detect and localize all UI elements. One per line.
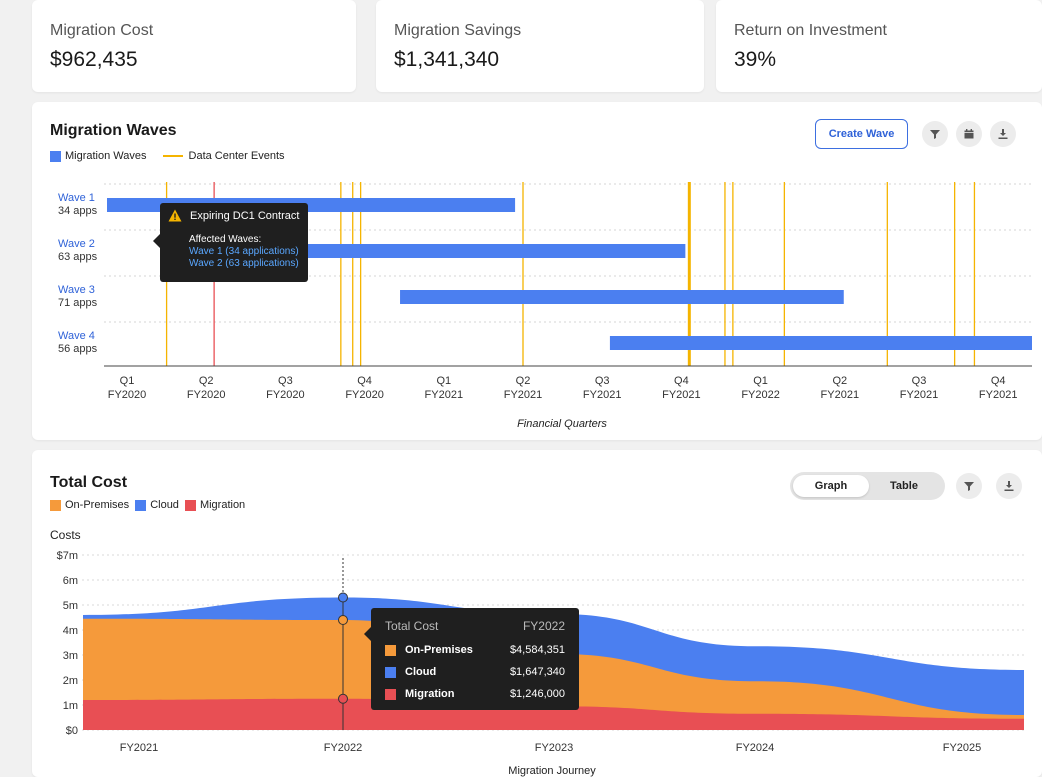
- tooltip-swatch: [385, 666, 396, 678]
- x-tick-year: FY2021: [900, 389, 939, 401]
- wave-bar[interactable]: [281, 244, 686, 258]
- tooltip-arrow: [153, 234, 160, 248]
- tooltip-link-wave-2[interactable]: Wave 2 (63 applications): [189, 258, 299, 270]
- x-tick-quarter: Q2: [516, 375, 531, 387]
- x-tick-quarter: Q3: [278, 375, 293, 387]
- migration-waves-panel: Migration Waves Migration Waves Data Cen…: [32, 102, 1042, 440]
- y-tick-label: 3m: [63, 650, 78, 662]
- wave-bar[interactable]: [400, 290, 844, 304]
- kpi-value: $962,435: [50, 48, 138, 71]
- x-tick-year: FY2022: [741, 389, 780, 401]
- kpi-value: 39%: [734, 48, 777, 71]
- tooltip-row: On-Premises $4,584,351: [385, 642, 565, 658]
- x-tick-year: FY2021: [504, 389, 543, 401]
- x-tick-year: FY2020: [108, 389, 147, 401]
- x-tick-quarter: Q1: [120, 375, 135, 387]
- tooltip-link-wave-1[interactable]: Wave 1 (34 applications): [189, 246, 299, 258]
- x-tick-year: FY2020: [266, 389, 305, 401]
- total-cost-panel: Total Cost On-Premises Cloud Migration G…: [32, 450, 1042, 777]
- tooltip-row: Cloud $1,647,340: [385, 664, 565, 680]
- x-tick-quarter: Q4: [674, 375, 689, 387]
- warning-icon: [168, 209, 182, 222]
- tooltip-row: Migration $1,246,000: [385, 686, 565, 702]
- point-marker: [338, 693, 348, 704]
- kpi-value: $1,341,340: [394, 48, 500, 71]
- tooltip-row-label: On-Premises: [405, 644, 473, 656]
- tooltip-row-label: Migration: [405, 688, 455, 700]
- tooltip-title: Total Cost: [385, 619, 439, 633]
- tooltip-row-value: $1,246,000: [509, 688, 565, 700]
- tooltip-title: Expiring DC1 Contract: [190, 209, 300, 222]
- x-tick-label: FY2025: [943, 742, 982, 754]
- tooltip-row-value: $1,647,340: [509, 666, 565, 678]
- y-tick-label: 6m: [63, 575, 78, 587]
- x-tick-quarter: Q4: [357, 375, 372, 387]
- kpi-card-migration-cost: Migration Cost $962,435: [32, 0, 356, 92]
- y-tick-label: 5m: [63, 600, 78, 612]
- tooltip-row-value: $4,584,351: [509, 644, 565, 656]
- point-marker: [338, 592, 348, 603]
- tooltip-subtitle: Affected Waves:: [189, 234, 262, 245]
- y-tick-label: $7m: [57, 550, 78, 562]
- y-tick-label: 2m: [63, 675, 78, 687]
- x-tick-year: FY2020: [187, 389, 226, 401]
- x-tick-quarter: Q2: [199, 375, 214, 387]
- kpi-card-migration-savings: Migration Savings $1,341,340: [376, 0, 704, 92]
- x-tick-label: FY2024: [736, 742, 775, 754]
- tooltip-arrow: [364, 627, 371, 641]
- tooltip-row-label: Cloud: [405, 666, 437, 678]
- tooltip-body: Affected Waves: Wave 1 (34 applications)…: [189, 234, 299, 270]
- x-tick-label: FY2022: [324, 742, 363, 754]
- x-tick-year: FY2021: [583, 389, 622, 401]
- x-tick-year: FY2021: [979, 389, 1018, 401]
- x-tick-quarter: Q2: [832, 375, 847, 387]
- x-axis-title: Financial Quarters: [517, 418, 607, 430]
- tooltip-header: Expiring DC1 Contract: [168, 209, 299, 222]
- tooltip-swatch: [385, 644, 396, 656]
- x-tick-quarter: Q4: [991, 375, 1006, 387]
- x-tick-year: FY2021: [821, 389, 860, 401]
- tooltip-swatch: [385, 688, 396, 700]
- y-tick-label: 4m: [63, 625, 78, 637]
- x-tick-label: FY2021: [120, 742, 159, 754]
- x-tick-quarter: Q3: [912, 375, 927, 387]
- event-tooltip: Expiring DC1 Contract Affected Waves: Wa…: [160, 203, 308, 282]
- kpi-card-roi: Return on Investment 39%: [716, 0, 1042, 92]
- wave-bar[interactable]: [609, 336, 1032, 350]
- x-tick-quarter: Q1: [436, 375, 451, 387]
- x-tick-year: FY2021: [425, 389, 464, 401]
- tooltip-year: FY2022: [522, 619, 565, 633]
- x-tick-quarter: Q3: [595, 375, 610, 387]
- x-tick-quarter: Q1: [753, 375, 768, 387]
- point-marker: [338, 615, 348, 625]
- x-axis-title: Migration Journey: [508, 765, 596, 777]
- kpi-label: Return on Investment: [734, 22, 887, 39]
- y-tick-label: $0: [66, 725, 78, 737]
- x-tick-year: FY2021: [662, 389, 701, 401]
- cost-tooltip: Total Cost FY2022 On-Premises $4,584,351 C…: [371, 608, 579, 710]
- x-tick-year: FY2020: [345, 389, 384, 401]
- kpi-label: Migration Cost: [50, 22, 154, 39]
- kpi-label: Migration Savings: [394, 22, 522, 39]
- y-tick-label: 1m: [63, 700, 78, 712]
- x-tick-label: FY2023: [535, 742, 574, 754]
